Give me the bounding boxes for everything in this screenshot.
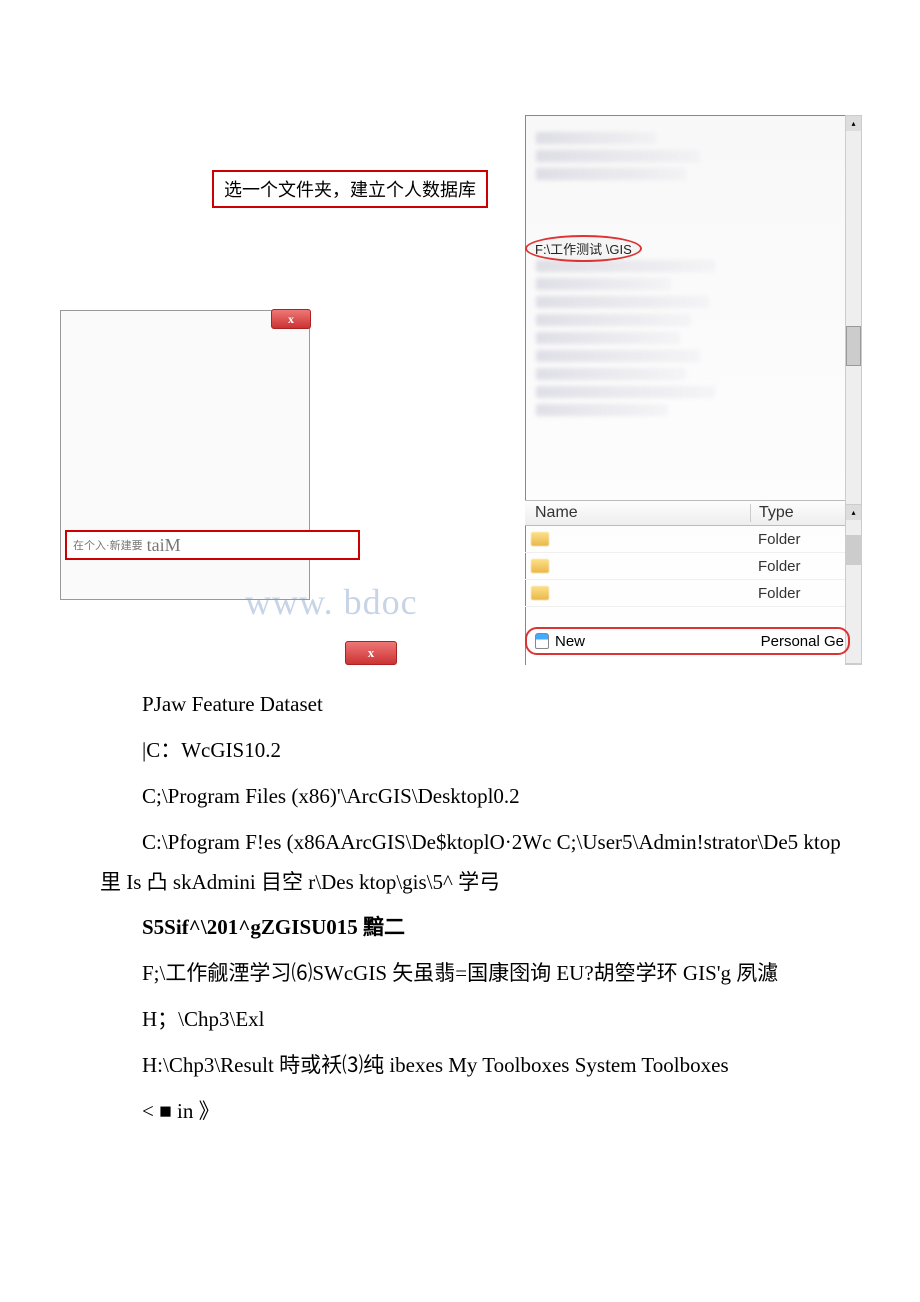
paragraph: < ■ in 》: [100, 1092, 845, 1132]
folder-icon: [531, 532, 549, 546]
contents-table: Name Type Folder Folder Folder: [525, 500, 845, 607]
scroll-thumb[interactable]: [846, 535, 861, 565]
input-field-highlight[interactable]: 在个入·新建要 taiM: [65, 530, 360, 560]
scroll-thumb[interactable]: [846, 326, 861, 366]
input-value: taiM: [147, 535, 181, 556]
paragraph: H；\Chp3\Exl: [100, 1000, 845, 1040]
geodatabase-icon: [535, 633, 549, 649]
folder-icon: [531, 559, 549, 573]
screenshot-figure: ▴ 选一个文件夹，建立个人数据库 F:\工作测试 \GIS x 在个入·新建要 …: [0, 0, 920, 665]
table-row[interactable]: Folder: [525, 580, 845, 607]
paragraph: PJaw Feature Dataset: [100, 685, 845, 725]
input-prefix: 在个入·新建要: [73, 537, 143, 553]
path-text: F:\工作测试 \GIS: [535, 242, 632, 257]
paragraph: C;\Program Files (x86)'\ArcGIS\Desktopl0…: [100, 777, 845, 817]
callout-red-box: 选一个文件夹，建立个人数据库: [212, 170, 488, 208]
col-header-type[interactable]: Type: [750, 504, 845, 522]
row-type: Folder: [750, 585, 845, 602]
col-header-name[interactable]: Name: [525, 504, 750, 522]
new-db-name: New: [549, 633, 761, 650]
table-row[interactable]: Folder: [525, 526, 845, 553]
close-button-bottom[interactable]: x: [345, 641, 397, 665]
paragraph: |C：WcGIS10.2: [100, 731, 845, 771]
close-button[interactable]: x: [271, 309, 311, 329]
row-type: Folder: [750, 531, 845, 548]
close-icon: x: [288, 312, 294, 327]
new-geodatabase-row[interactable]: New Personal Ge: [525, 627, 850, 655]
watermark-text: www. bdoc: [245, 581, 418, 623]
paragraph: C:\Pfogram F!es (x86AArcGIS\De$ktoplO·2W…: [100, 823, 845, 903]
table-row[interactable]: Folder: [525, 553, 845, 580]
row-type: Folder: [750, 558, 845, 575]
callout-text: 选一个文件夹，建立个人数据库: [224, 180, 476, 200]
table-header: Name Type: [525, 500, 845, 526]
path-highlight: F:\工作测试 \GIS: [525, 235, 642, 262]
new-db-type: Personal Ge: [761, 633, 844, 650]
document-text: PJaw Feature Dataset |C：WcGIS10.2 C;\Pro…: [0, 665, 920, 1178]
paragraph: F;\工作觎湮学习⑹SWcGIS 矢虽翡=国康囹询 EU?胡箜学环 GIS'g …: [100, 954, 845, 994]
paragraph-bold: S5Sif^\201^gZGISU015 黯二: [100, 908, 845, 948]
scroll-up-icon[interactable]: ▴: [846, 505, 861, 520]
scroll-up-icon[interactable]: ▴: [846, 116, 861, 131]
folder-icon: [531, 586, 549, 600]
close-icon: x: [368, 645, 375, 661]
paragraph: H:\Chp3\Result 時或袄⑶纯 ibexes My Toolboxes…: [100, 1046, 845, 1086]
